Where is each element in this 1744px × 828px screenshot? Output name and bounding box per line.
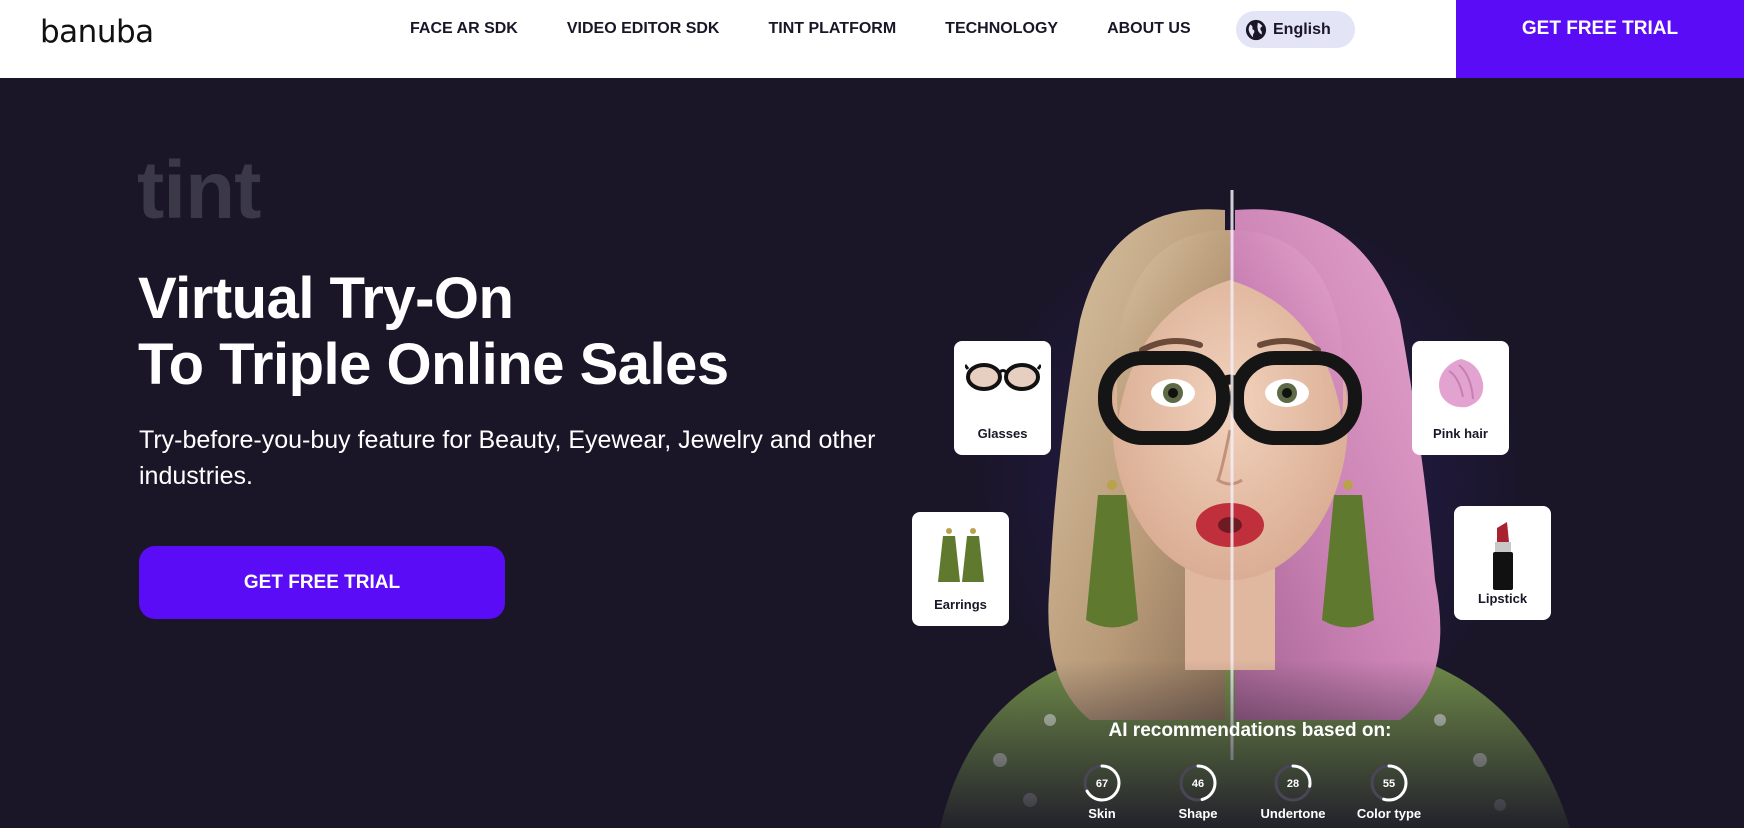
site-header: banuba FACE AR SDK VIDEO EDITOR SDK TINT… <box>0 0 1744 78</box>
glasses-label: Glasses <box>977 426 1028 441</box>
nav-tint-platform[interactable]: TINT PLATFORM <box>768 20 896 38</box>
glasses-card[interactable]: Glasses <box>954 341 1051 455</box>
metric-value: 67 <box>1096 778 1108 790</box>
metric-label: Skin <box>1088 806 1116 821</box>
nav-technology[interactable]: TECHNOLOGY <box>945 20 1058 38</box>
nav-about-us[interactable]: ABOUT US <box>1107 20 1191 38</box>
headline-line-2: To Triple Online Sales <box>138 332 729 397</box>
hero-headline: Virtual Try-On To Triple Online Sales <box>138 266 729 398</box>
earrings-label: Earrings <box>934 597 987 612</box>
lipstick-card[interactable]: Lipstick <box>1454 506 1551 620</box>
lipstick-label: Lipstick <box>1477 591 1528 606</box>
metric-label: Color type <box>1356 806 1422 821</box>
metric-label: Undertone <box>1260 806 1326 821</box>
try-on-visual: Glasses Pink hair Earrings Lipstick AI r… <box>880 160 1620 828</box>
metric-value: 55 <box>1383 778 1395 790</box>
headline-line-1: Virtual Try-On <box>138 266 514 331</box>
ai-recommendations-title: AI recommendations based on: <box>1108 720 1392 741</box>
metric-value: 28 <box>1287 778 1299 790</box>
hero-subtitle: Try-before-you-buy feature for Beauty, E… <box>139 426 876 490</box>
main-nav: FACE AR SDK VIDEO EDITOR SDK TINT PLATFO… <box>410 0 1240 58</box>
language-label: English <box>1273 20 1331 38</box>
metric-ring: 46 <box>1179 764 1217 802</box>
metric-value: 46 <box>1192 778 1204 790</box>
lipstick-icon <box>1492 522 1513 590</box>
metric-color-type: 55 Color type <box>1349 763 1429 821</box>
metric-ring: 55 <box>1370 764 1408 802</box>
hero-free-trial-button[interactable]: GET FREE TRIAL <box>139 546 505 619</box>
metric-ring: 28 <box>1274 764 1312 802</box>
pink-hair-card[interactable]: Pink hair <box>1412 341 1509 455</box>
metric-ring: 67 <box>1083 764 1121 802</box>
metric-shape: 46 Shape <box>1158 763 1238 821</box>
glasses-icon <box>964 363 1041 391</box>
hair-swatch-icon <box>1438 359 1483 408</box>
tint-eyebrow: tint <box>137 145 261 236</box>
earrings-icon <box>937 528 984 582</box>
metric-undertone: 28 Undertone <box>1253 763 1333 821</box>
header-free-trial-button[interactable]: GET FREE TRIAL <box>1456 0 1744 78</box>
language-selector[interactable]: English <box>1236 11 1355 48</box>
nav-face-ar-sdk[interactable]: FACE AR SDK <box>410 20 518 38</box>
metric-label: Shape <box>1178 806 1218 821</box>
metric-skin: 67 Skin <box>1062 763 1142 821</box>
pink-hair-label: Pink hair <box>1433 426 1488 441</box>
banuba-logo[interactable]: banuba <box>40 14 154 50</box>
earrings-card[interactable]: Earrings <box>912 512 1009 626</box>
nav-video-editor-sdk[interactable]: VIDEO EDITOR SDK <box>567 20 720 38</box>
ai-metrics: 67 Skin 46 Shape 28 Undertone 55 Color t… <box>1062 763 1462 828</box>
globe-icon <box>1245 19 1267 40</box>
